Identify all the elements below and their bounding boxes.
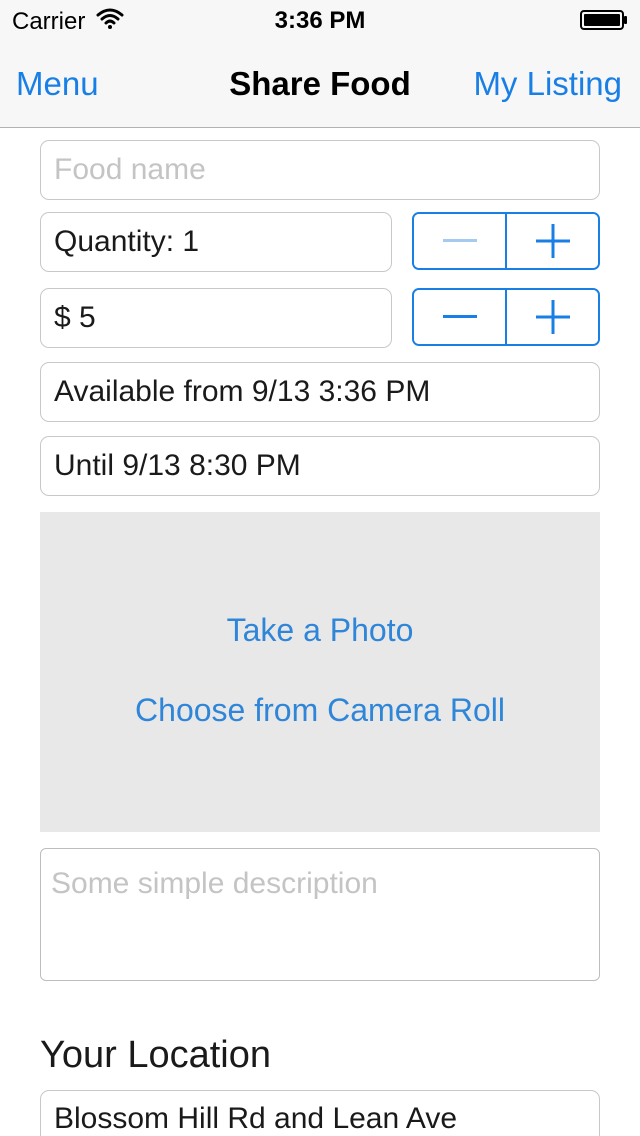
food-name-input[interactable] <box>40 140 600 200</box>
available-from-field[interactable]: Available from 9/13 3:36 PM <box>40 362 600 422</box>
price-field: $ 5 <box>40 288 392 348</box>
until-field[interactable]: Until 9/13 8:30 PM <box>40 436 600 496</box>
status-bar: Carrier 3:36 PM <box>0 0 640 40</box>
my-listing-button[interactable]: My Listing <box>473 65 622 103</box>
quantity-stepper <box>412 212 600 270</box>
plus-icon <box>535 300 570 334</box>
plus-icon <box>535 224 570 258</box>
quantity-decrement-button[interactable] <box>414 214 505 268</box>
navigation-bar: Menu Share Food My Listing <box>0 40 640 128</box>
price-increment-button[interactable] <box>505 290 598 344</box>
location-field[interactable]: Blossom Hill Rd and Lean Ave <box>40 1090 600 1136</box>
photo-picker: Take a Photo Choose from Camera Roll <box>40 512 600 832</box>
quantity-increment-button[interactable] <box>505 214 598 268</box>
status-time: 3:36 PM <box>274 7 366 34</box>
minus-icon <box>442 315 477 318</box>
choose-camera-roll-button[interactable]: Choose from Camera Roll <box>40 692 600 729</box>
minus-icon <box>442 239 477 242</box>
price-decrement-button[interactable] <box>414 290 505 344</box>
location-heading: Your Location <box>40 1034 272 1076</box>
menu-button[interactable]: Menu <box>16 65 99 103</box>
battery-icon <box>580 10 627 30</box>
price-stepper <box>412 288 600 346</box>
description-textarea[interactable] <box>40 848 600 981</box>
take-photo-button[interactable]: Take a Photo <box>40 612 600 649</box>
quantity-field: Quantity: 1 <box>40 212 392 272</box>
